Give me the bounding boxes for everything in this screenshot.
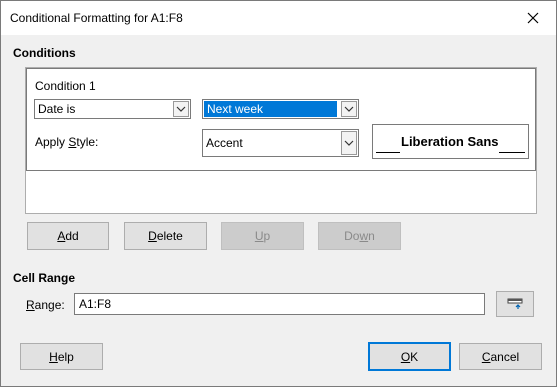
delete-button[interactable]: Delete (124, 222, 207, 250)
apply-style-value: Accent (206, 136, 243, 150)
conditional-formatting-dialog: Conditional Formatting for A1:F8 Conditi… (0, 0, 557, 387)
condition-type-value: Date is (38, 102, 76, 116)
shrink-icon (507, 298, 523, 309)
window-title: Conditional Formatting for A1:F8 (10, 11, 183, 25)
range-input[interactable]: A1:F8 (74, 293, 485, 315)
conditions-list[interactable]: Condition 1 Date is Next week Apply Styl… (25, 67, 537, 214)
preview-text: Liberation Sans (401, 134, 499, 149)
close-button[interactable] (510, 1, 556, 35)
preview-line-right (499, 152, 525, 153)
condition-type-select[interactable]: Date is (34, 99, 191, 119)
title-bar: Conditional Formatting for A1:F8 (1, 1, 556, 35)
condition-label: Condition 1 (35, 79, 96, 93)
close-icon (527, 12, 539, 24)
apply-style-label: Apply Style: (35, 135, 99, 149)
cancel-button[interactable]: Cancel (459, 343, 542, 370)
up-button[interactable]: Up (221, 222, 304, 250)
conditions-section-title: Conditions (13, 46, 76, 60)
preview-line-left (376, 152, 400, 153)
add-button[interactable]: Add (27, 222, 109, 250)
style-preview: Liberation Sans (372, 124, 529, 159)
down-button[interactable]: Do w n (318, 222, 401, 250)
cell-range-section-title: Cell Range (13, 271, 76, 285)
range-label: Range: (26, 298, 65, 312)
chevron-down-icon (341, 101, 357, 117)
ok-button[interactable]: OK (368, 342, 451, 371)
help-button[interactable]: Help (20, 343, 103, 370)
condition-entry: Condition 1 Date is Next week Apply Styl… (26, 68, 536, 171)
date-period-select[interactable]: Next week (202, 99, 359, 119)
apply-style-select[interactable]: Accent (202, 129, 359, 157)
shrink-range-button[interactable] (496, 291, 534, 317)
date-period-value: Next week (204, 101, 337, 117)
chevron-down-icon (341, 131, 357, 155)
chevron-down-icon (173, 101, 189, 117)
